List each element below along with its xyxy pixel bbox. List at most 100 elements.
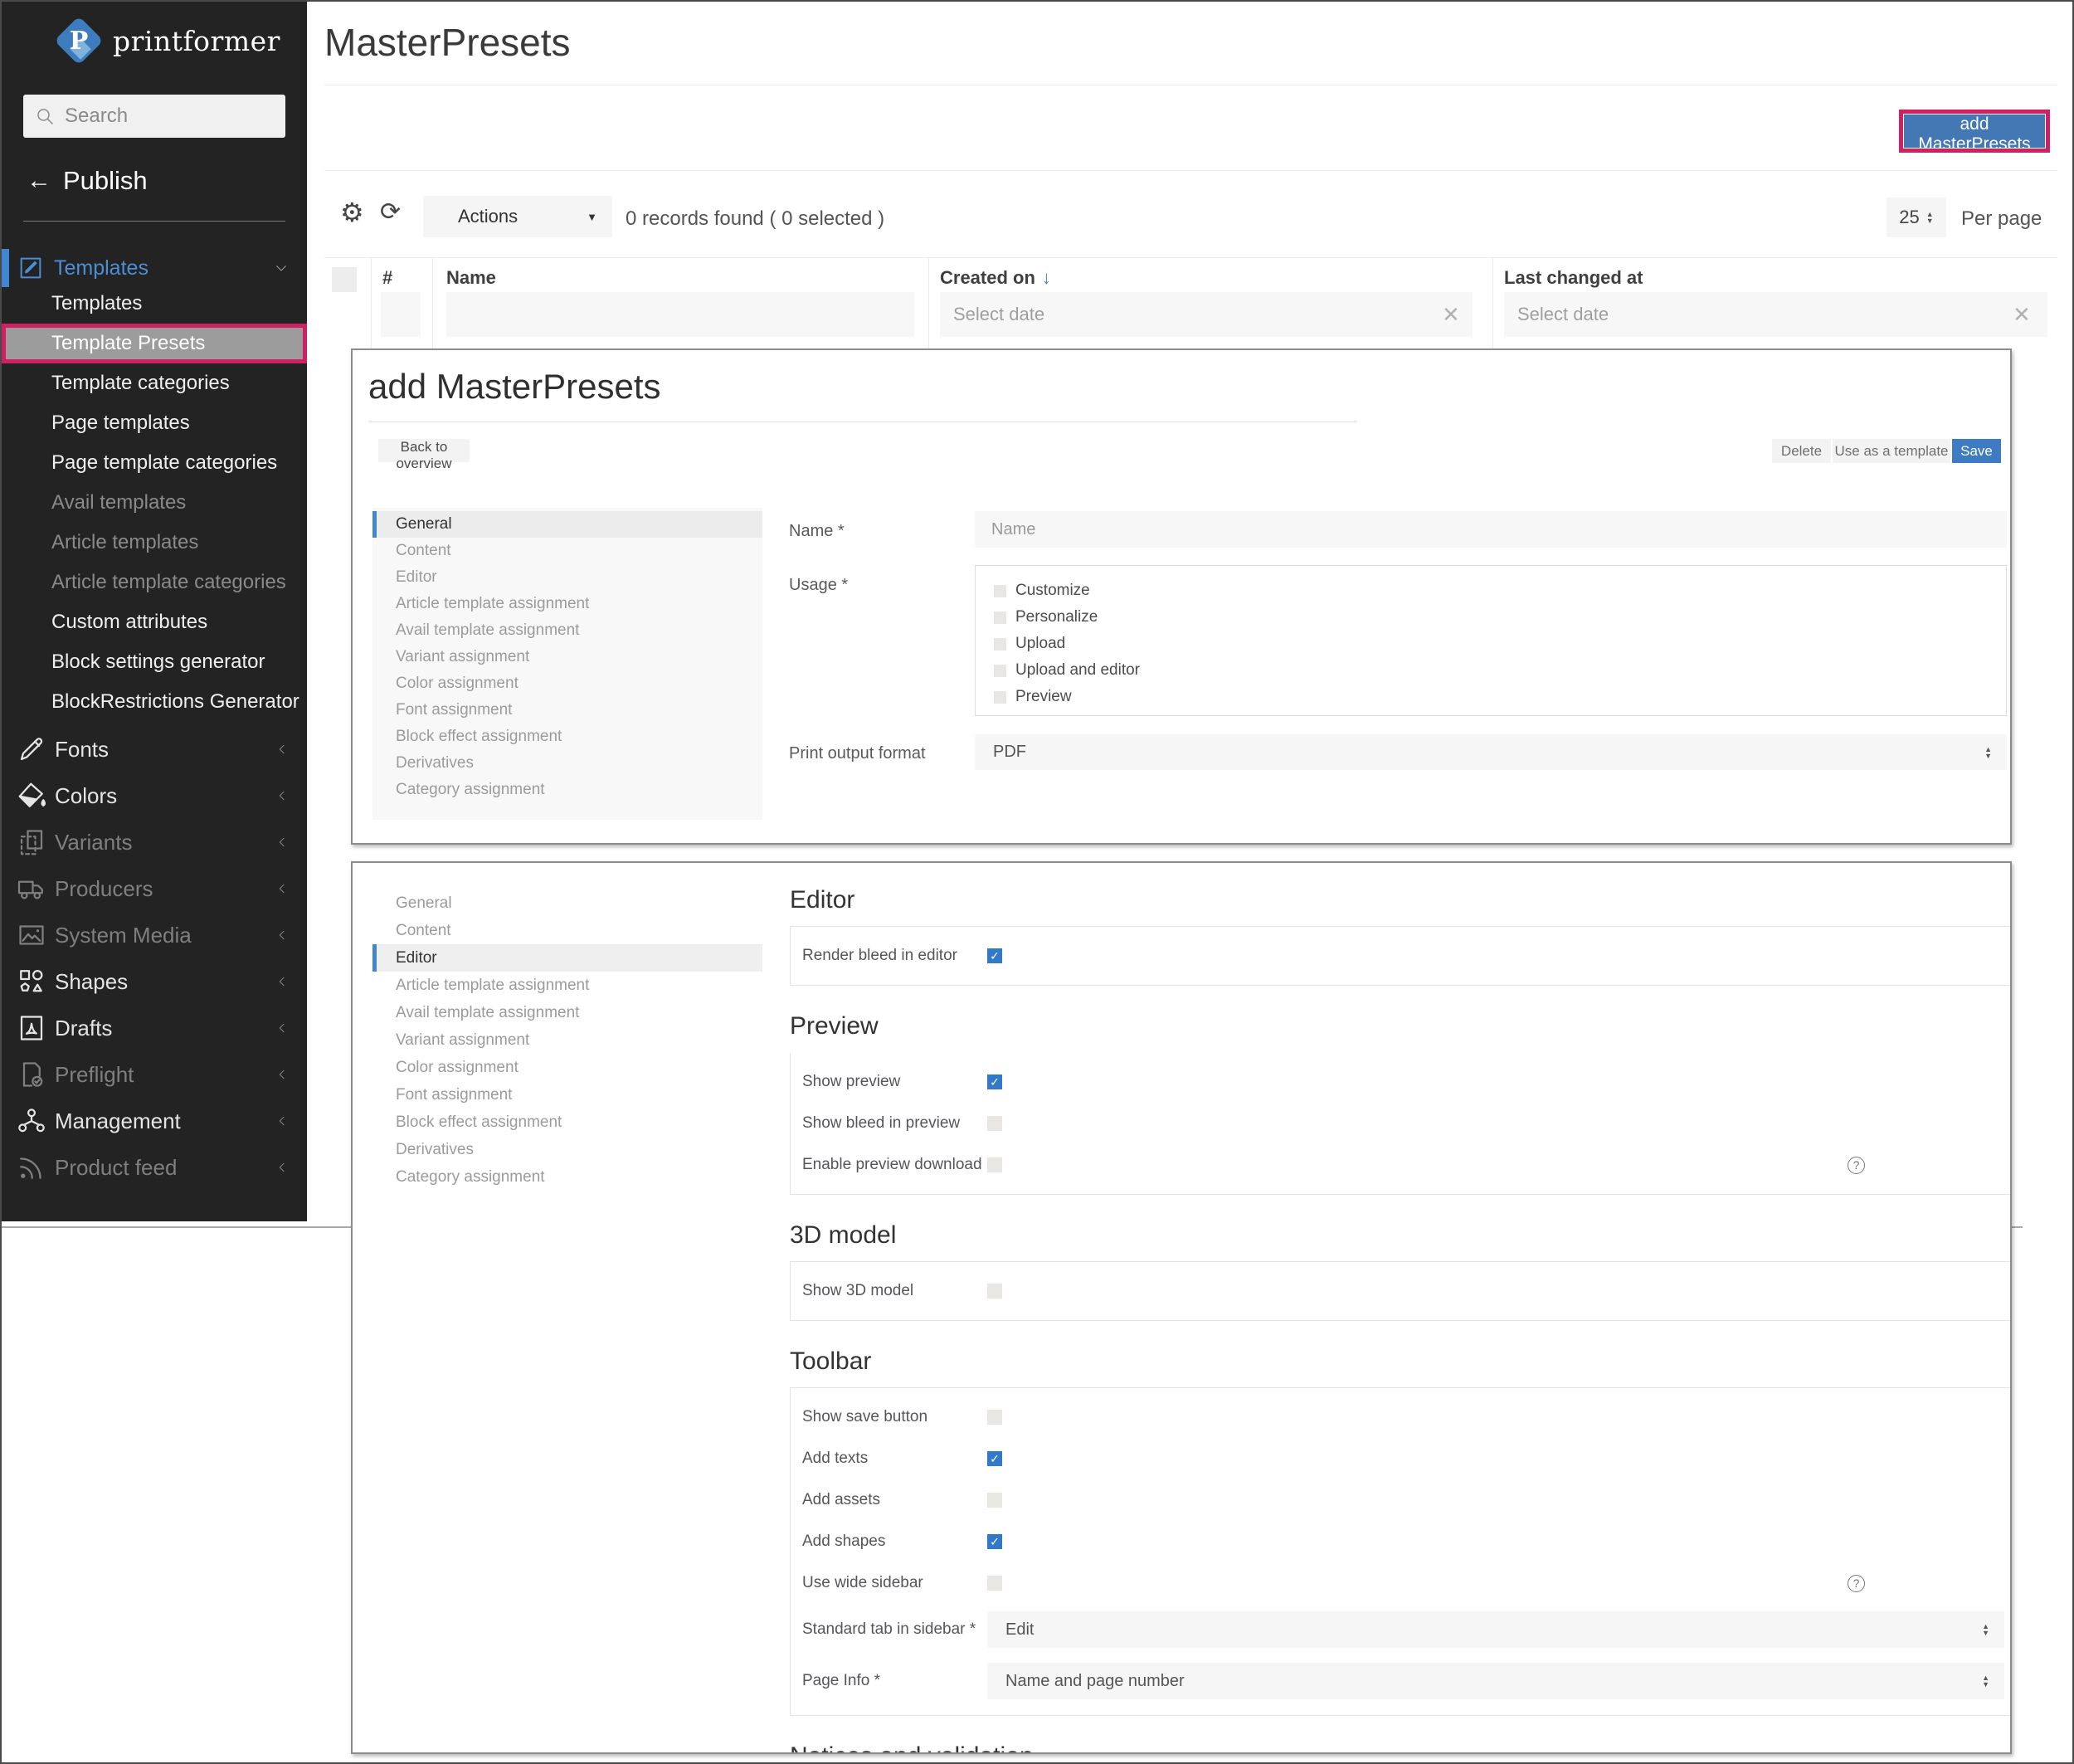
preset-nav-item-category-assignment[interactable]: Category assignment	[372, 1163, 762, 1191]
clear-created-filter-icon[interactable]: ✕	[1442, 302, 1460, 328]
preset-nav-item-font-assignment[interactable]: Font assignment	[372, 697, 762, 724]
per-page-select[interactable]: 25 ▲▼	[1887, 197, 1946, 237]
preset-name-input[interactable]	[975, 511, 2007, 548]
checkbox-checked[interactable]: ✓	[987, 1074, 1002, 1089]
preset-nav-item-editor[interactable]: Editor	[372, 944, 762, 972]
hash-filter-input[interactable]	[381, 292, 421, 337]
preset-nav-item-derivatives[interactable]: Derivatives	[372, 1136, 762, 1163]
preset-nav-item-category-assignment[interactable]: Category assignment	[372, 777, 762, 803]
select-all-checkbox[interactable]	[332, 267, 357, 292]
name-filter-input[interactable]	[446, 292, 914, 337]
search-input[interactable]	[65, 105, 256, 128]
checkbox-unchecked[interactable]: ✓	[994, 638, 1006, 651]
sidebar-item-page-template-categories[interactable]: Page template categories	[2, 443, 307, 483]
checkbox-checked[interactable]: ✓	[987, 948, 1002, 963]
checkbox-unchecked[interactable]: ✓	[987, 1157, 1002, 1172]
column-header-created-on[interactable]: Created on↓	[940, 267, 1051, 289]
preset-nav-item-general[interactable]: General	[372, 889, 762, 917]
checkbox-unchecked[interactable]: ✓	[994, 612, 1006, 624]
preset-nav-item-article-template-assignment[interactable]: Article template assignment	[372, 972, 762, 999]
usage-option-customize[interactable]: ✓Customize	[976, 577, 2006, 604]
preset-nav-item-block-effect-assignment[interactable]: Block effect assignment	[372, 724, 762, 750]
print-format-select[interactable]: PDF ▲▼	[975, 734, 2007, 770]
sidebar-section-variants[interactable]: Variants	[2, 819, 307, 865]
setting-select[interactable]: Name and page number▲▼	[987, 1663, 2004, 1699]
column-header-hash[interactable]: #	[382, 267, 392, 289]
setting-select[interactable]: Edit▲▼	[987, 1611, 2004, 1648]
preset-nav-item-block-effect-assignment[interactable]: Block effect assignment	[372, 1109, 762, 1136]
preset-nav-item-content[interactable]: Content	[372, 538, 762, 564]
last-changed-date-filter[interactable]	[1504, 292, 2047, 337]
help-icon[interactable]: ?	[1848, 1157, 1865, 1174]
help-icon[interactable]: ?	[1848, 1575, 1865, 1592]
preset-nav-item-variant-assignment[interactable]: Variant assignment	[372, 644, 762, 670]
chevron-left-icon[interactable]	[275, 834, 289, 850]
preset-nav-item-derivatives[interactable]: Derivatives	[372, 750, 762, 777]
add-masterpresets-button[interactable]: add MasterPresets	[1904, 115, 2045, 148]
usage-option-preview[interactable]: ✓Preview	[976, 684, 2006, 710]
back-to-overview-button[interactable]: Back to overview	[378, 439, 470, 462]
preset-nav-item-variant-assignment[interactable]: Variant assignment	[372, 1026, 762, 1054]
gear-icon[interactable]: ⚙	[340, 199, 364, 226]
usage-option-personalize[interactable]: ✓Personalize	[976, 604, 2006, 631]
actions-dropdown[interactable]: Actions ▼	[423, 196, 612, 237]
sidebar-section-producers[interactable]: Producers	[2, 865, 307, 912]
usage-option-upload-and-editor[interactable]: ✓Upload and editor	[976, 657, 2006, 684]
refresh-icon[interactable]: ⟳	[380, 199, 401, 226]
preset-nav-item-editor[interactable]: Editor	[372, 564, 762, 591]
sidebar-item-avail-templates[interactable]: Avail templates	[2, 483, 307, 523]
chevron-left-icon[interactable]	[275, 880, 289, 897]
sidebar-item-article-templates[interactable]: Article templates	[2, 523, 307, 563]
created-on-date-filter[interactable]	[940, 292, 1473, 337]
sidebar-section-shapes[interactable]: Shapes	[2, 958, 307, 1005]
sidebar-section-preflight[interactable]: Preflight	[2, 1051, 307, 1098]
checkbox-checked[interactable]: ✓	[987, 1534, 1002, 1549]
preset-nav-item-avail-template-assignment[interactable]: Avail template assignment	[372, 999, 762, 1026]
save-button[interactable]: Save	[1952, 439, 2001, 463]
column-header-name[interactable]: Name	[446, 267, 496, 289]
sidebar-item-template-categories[interactable]: Template categories	[2, 363, 307, 403]
chevron-left-icon[interactable]	[275, 1159, 289, 1176]
chevron-left-icon[interactable]	[275, 1113, 289, 1129]
preset-nav-item-color-assignment[interactable]: Color assignment	[372, 670, 762, 697]
sidebar-item-templates[interactable]: Templates	[2, 284, 307, 324]
preset-nav-item-general[interactable]: General	[372, 511, 762, 538]
checkbox-unchecked[interactable]: ✓	[987, 1410, 1002, 1425]
brand-logo[interactable]: P printformer	[55, 17, 280, 65]
sidebar-search[interactable]	[23, 95, 285, 138]
chevron-left-icon[interactable]	[275, 1066, 289, 1083]
preset-nav-item-article-template-assignment[interactable]: Article template assignment	[372, 591, 762, 617]
checkbox-unchecked[interactable]: ✓	[987, 1493, 1002, 1508]
delete-button[interactable]: Delete	[1772, 439, 1831, 463]
chevron-left-icon[interactable]	[275, 1020, 289, 1036]
checkbox-unchecked[interactable]: ✓	[987, 1576, 1002, 1591]
checkbox-unchecked[interactable]: ✓	[987, 1116, 1002, 1131]
sidebar-section-colors[interactable]: Colors	[2, 772, 307, 819]
chevron-left-icon[interactable]	[275, 973, 289, 990]
preset-nav-item-avail-template-assignment[interactable]: Avail template assignment	[372, 617, 762, 644]
sidebar-item-template-presets[interactable]: Template Presets	[2, 324, 307, 363]
sidebar-section-management[interactable]: Management	[2, 1098, 307, 1144]
checkbox-unchecked[interactable]: ✓	[994, 585, 1006, 597]
sidebar-section-product-feed[interactable]: Product feed	[2, 1144, 307, 1191]
chevron-left-icon[interactable]	[275, 787, 289, 804]
chevron-down-icon[interactable]	[274, 261, 289, 275]
chevron-left-icon[interactable]	[275, 927, 289, 943]
preset-nav-item-content[interactable]: Content	[372, 917, 762, 944]
checkbox-unchecked[interactable]: ✓	[994, 665, 1006, 677]
preset-nav-item-color-assignment[interactable]: Color assignment	[372, 1054, 762, 1081]
sidebar-item-blockrestrictions-generator[interactable]: BlockRestrictions Generator	[2, 682, 307, 722]
clear-last-changed-filter-icon[interactable]: ✕	[2013, 302, 2031, 328]
sidebar-item-page-templates[interactable]: Page templates	[2, 403, 307, 443]
use-as-template-button[interactable]: Use as a template	[1833, 439, 1950, 463]
sidebar-item-custom-attributes[interactable]: Custom attributes	[2, 602, 307, 642]
column-header-last-changed[interactable]: Last changed at	[1504, 267, 1643, 289]
checkbox-checked[interactable]: ✓	[987, 1451, 1002, 1466]
sidebar-item-article-template-categories[interactable]: Article template categories	[2, 563, 307, 602]
sidebar-section-system-media[interactable]: System Media	[2, 912, 307, 958]
preset-nav-item-font-assignment[interactable]: Font assignment	[372, 1081, 762, 1109]
back-to-publish[interactable]: ← Publish	[27, 166, 148, 196]
sidebar-section-drafts[interactable]: Drafts	[2, 1005, 307, 1051]
checkbox-unchecked[interactable]: ✓	[987, 1284, 1002, 1299]
checkbox-unchecked[interactable]: ✓	[994, 691, 1006, 704]
